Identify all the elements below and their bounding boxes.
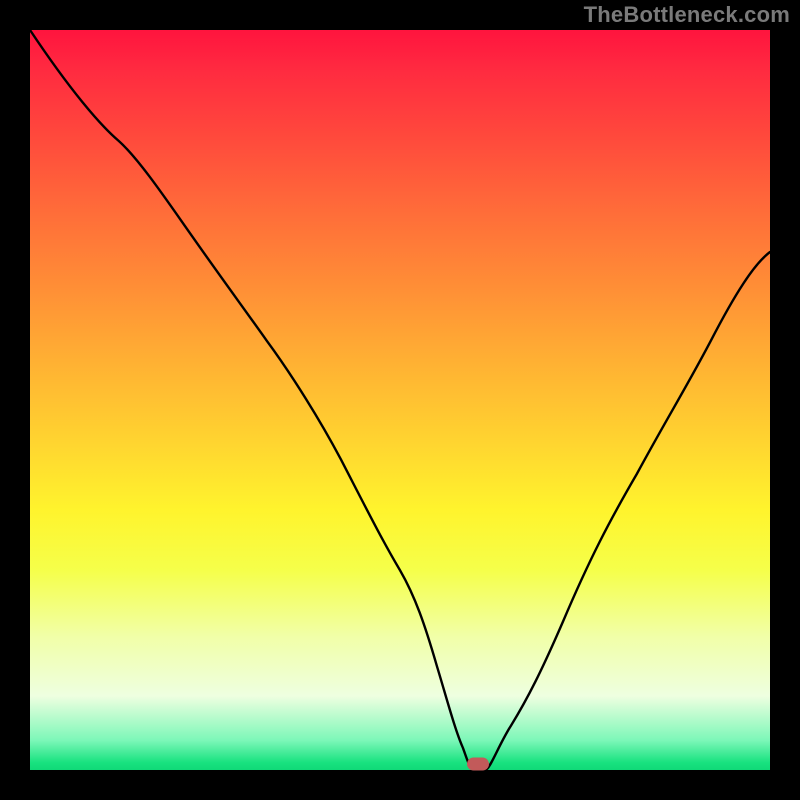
- optimum-marker: [467, 758, 489, 771]
- chart-frame: TheBottleneck.com: [0, 0, 800, 800]
- bottleneck-curve: [30, 30, 770, 770]
- watermark-text: TheBottleneck.com: [584, 2, 790, 28]
- plot-area: [30, 30, 770, 770]
